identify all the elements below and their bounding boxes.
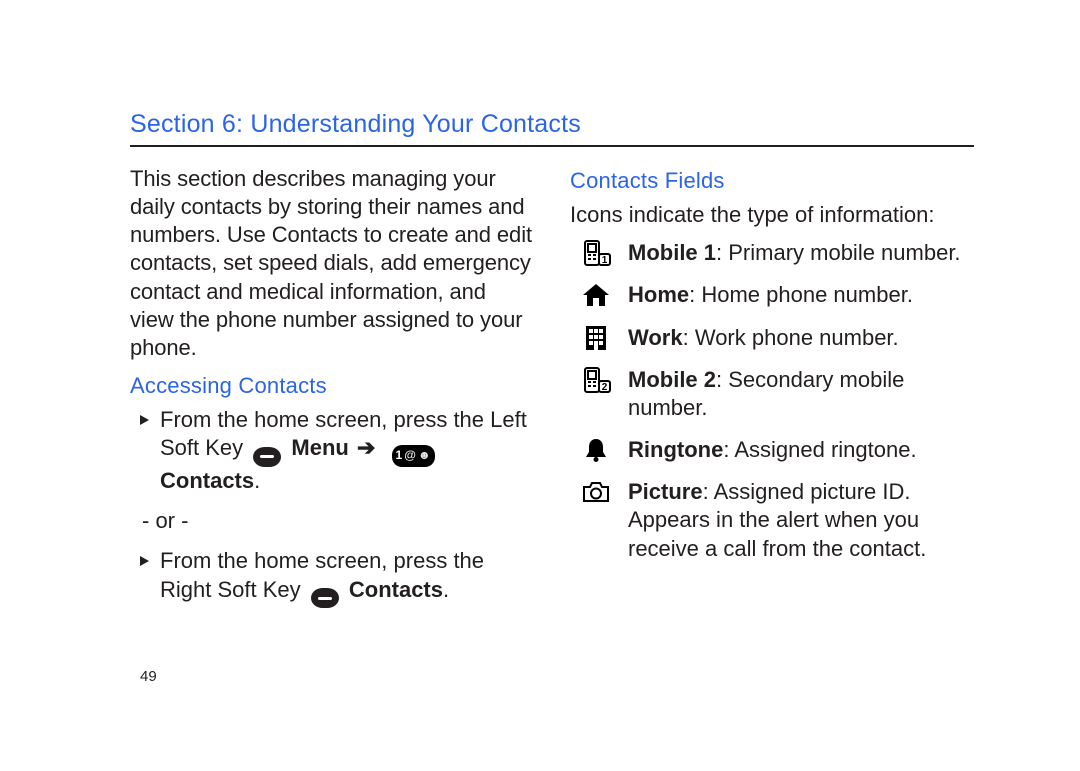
- field-work: Work: Work phone number.: [578, 324, 974, 352]
- play-bullet-icon: [140, 556, 149, 566]
- right-column: Contacts Fields Icons indicate the type …: [570, 165, 974, 614]
- contacts-fields-heading: Contacts Fields: [570, 167, 974, 195]
- page-number: 49: [140, 668, 157, 685]
- field-mobile1: 1 Mobile 1: Primary mobile number.: [578, 239, 974, 267]
- field-label: Home: [628, 282, 689, 307]
- right-softkey-icon: [311, 588, 339, 608]
- field-desc: : Assigned ringtone.: [723, 437, 916, 462]
- step-1: From the home screen, press the Left Sof…: [130, 406, 534, 495]
- field-home: Home: Home phone number.: [578, 281, 974, 309]
- field-desc: : Home phone number.: [689, 282, 913, 307]
- field-picture: Picture: Assigned picture ID. Appears in…: [578, 478, 974, 562]
- icons-intro: Icons indicate the type of information:: [570, 201, 974, 229]
- field-text: Home: Home phone number.: [628, 281, 974, 309]
- field-label: Mobile 2: [628, 367, 716, 392]
- period: .: [254, 468, 260, 493]
- contacts-label: Contacts: [160, 468, 254, 493]
- field-label: Ringtone: [628, 437, 723, 462]
- field-desc: : Work phone number.: [683, 325, 899, 350]
- field-text: Ringtone: Assigned ringtone.: [628, 436, 974, 464]
- svg-text:2: 2: [602, 382, 608, 393]
- or-separator: - or -: [142, 507, 534, 535]
- field-text: Work: Work phone number.: [628, 324, 974, 352]
- field-ringtone: Ringtone: Assigned ringtone.: [578, 436, 974, 464]
- play-bullet-icon: [140, 415, 149, 425]
- contacts-app-icon: 1@☻: [392, 445, 435, 467]
- field-text: Picture: Assigned picture ID. Appears in…: [628, 478, 974, 562]
- left-softkey-icon: [253, 447, 281, 467]
- field-text: Mobile 1: Primary mobile number.: [628, 239, 974, 267]
- period: .: [443, 577, 449, 602]
- field-label: Mobile 1: [628, 240, 716, 265]
- work-icon: [578, 324, 614, 352]
- home-icon: [578, 281, 614, 309]
- two-column-layout: This section describes managing your dai…: [130, 165, 974, 614]
- field-desc: : Primary mobile number.: [716, 240, 961, 265]
- picture-icon: [578, 478, 614, 506]
- intro-paragraph: This section describes managing your dai…: [130, 165, 534, 362]
- arrow-icon: ➔: [357, 435, 375, 460]
- contacts-label: Contacts: [349, 577, 443, 602]
- field-text: Mobile 2: Secondary mobile number.: [628, 366, 974, 422]
- section-title: Section 6: Understanding Your Contacts: [130, 110, 974, 147]
- manual-page: Section 6: Understanding Your Contacts T…: [0, 0, 1080, 771]
- field-label: Work: [628, 325, 683, 350]
- mobile1-icon: 1: [578, 239, 614, 267]
- step-2: From the home screen, press the Right So…: [130, 547, 534, 608]
- left-column: This section describes managing your dai…: [130, 165, 534, 614]
- ringtone-icon: [578, 436, 614, 464]
- field-label: Picture: [628, 479, 703, 504]
- mobile2-icon: 2: [578, 366, 614, 394]
- accessing-contacts-heading: Accessing Contacts: [130, 372, 534, 400]
- svg-text:1: 1: [602, 255, 608, 266]
- field-mobile2: 2 Mobile 2: Secondary mobile number.: [578, 366, 974, 422]
- menu-label: Menu: [291, 435, 348, 460]
